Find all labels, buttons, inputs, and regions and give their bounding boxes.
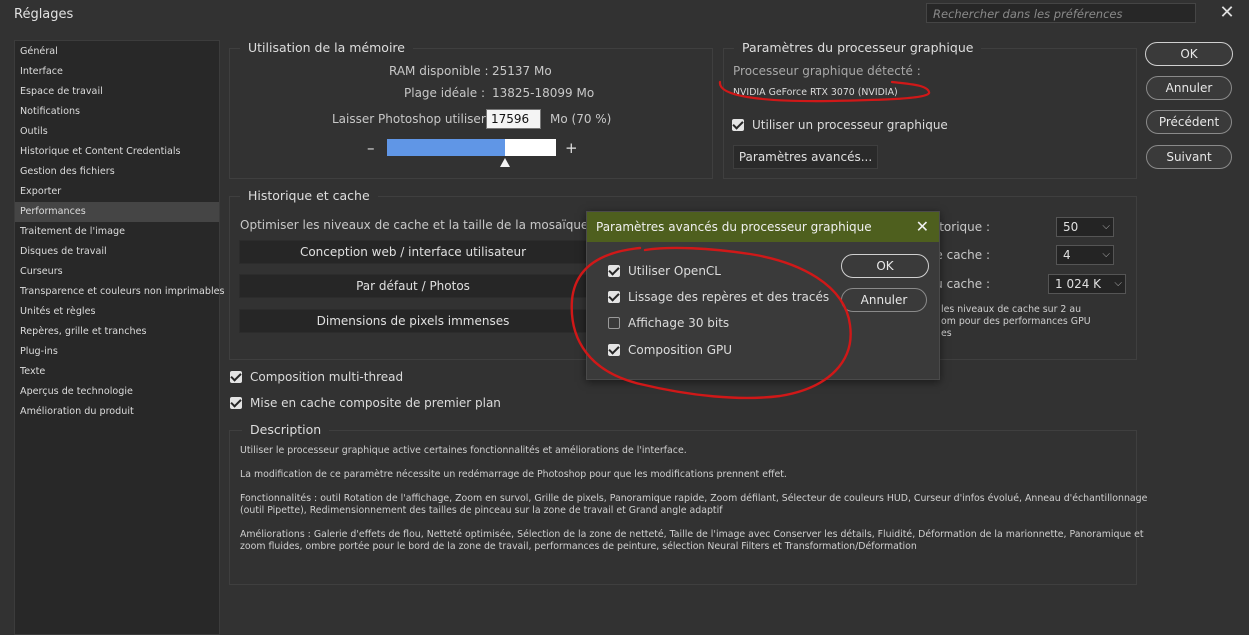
advanced-settings-button[interactable]: Paramètres avancés... xyxy=(733,145,878,169)
sidebar-item[interactable]: Espace de travail xyxy=(15,82,219,102)
memory-input[interactable]: 17596 xyxy=(486,109,541,129)
history-right-clip: États d'historique : 50 ⌵ Niveaux de cac… xyxy=(940,210,1136,350)
sidebar-item[interactable]: Curseurs xyxy=(15,262,219,282)
antialias-check-box[interactable] xyxy=(608,291,620,303)
gpu-composition-checkbox[interactable]: Composition GPU xyxy=(608,343,732,357)
chevron-down-icon: ⌵ xyxy=(1102,249,1110,260)
memory-slider[interactable] xyxy=(387,139,556,156)
gpu-detected-label: Processeur graphique détecté : xyxy=(733,64,921,78)
dialog-cancel-button[interactable]: Annuler xyxy=(841,288,927,312)
use-gpu-check-box[interactable] xyxy=(732,119,744,131)
memory-slider-fill xyxy=(387,139,506,156)
sidebar-item[interactable]: Disques de travail xyxy=(15,242,219,262)
sidebar-item[interactable]: Texte xyxy=(15,362,219,382)
range-value: 13825-18099 Mo xyxy=(492,86,595,100)
sidebar-item[interactable]: Aperçus de technologie xyxy=(15,382,219,402)
sidebar-item[interactable]: Performances xyxy=(15,202,219,222)
description-p3a: Fonctionnalités : outil Rotation de l'af… xyxy=(240,493,1148,504)
tile-size-select[interactable]: 1 024 K ⌵ xyxy=(1048,274,1126,294)
sidebar-item[interactable]: Transparence et couleurs non imprimables xyxy=(15,282,225,302)
dialog-title: Paramètres avancés du processeur graphiq… xyxy=(596,220,872,234)
sidebar-item[interactable]: Gestion des fichiers xyxy=(15,162,219,182)
advanced-gpu-dialog: Paramètres avancés du processeur graphiq… xyxy=(586,211,940,380)
multithread-checkbox[interactable]: Composition multi-thread xyxy=(230,370,403,384)
window-title: Réglages xyxy=(14,7,74,22)
dialog-ok-button[interactable]: OK xyxy=(841,254,929,278)
next-button[interactable]: Suivant xyxy=(1146,145,1232,169)
dialog-close-icon[interactable]: ✕ xyxy=(916,217,929,236)
sidebar-item[interactable]: Amélioration du produit xyxy=(15,402,219,422)
previous-button[interactable]: Précédent xyxy=(1146,110,1232,134)
cache-note-line2: om pour des performances GPU xyxy=(941,316,1091,327)
antialias-label: Lissage des repères et des tracés xyxy=(628,290,830,304)
gpu-group-title: Paramètres du processeur graphique xyxy=(734,40,982,56)
history-states-label: États d'historique : xyxy=(940,220,990,234)
description-p4a: Améliorations : Galerie d'effets de flou… xyxy=(240,529,1144,540)
30bit-checkbox[interactable]: Affichage 30 bits xyxy=(608,316,729,330)
sidebar-item[interactable]: Traitement de l'image xyxy=(15,222,219,242)
history-group-title: Historique et cache xyxy=(240,188,378,204)
description-p1: Utiliser le processeur graphique active … xyxy=(240,445,687,456)
antialias-checkbox[interactable]: Lissage des repères et des tracés xyxy=(608,290,829,304)
sidebar-item[interactable]: Exporter xyxy=(15,182,219,202)
sidebar-item[interactable]: Plug-ins xyxy=(15,342,219,362)
description-title: Description xyxy=(242,422,330,438)
cache-note-line3: es xyxy=(941,328,952,339)
cache-composite-check-box[interactable] xyxy=(230,397,242,409)
description-p4b: zoom fluides, ombre portée pour le bord … xyxy=(240,541,917,552)
cache-composite-label: Mise en cache composite de premier plan xyxy=(250,396,501,410)
sidebar-item[interactable]: Outils xyxy=(15,122,219,142)
30bit-check-box[interactable] xyxy=(608,317,620,329)
memory-unit: Mo (70 %) xyxy=(550,112,612,126)
memory-slider-thumb[interactable] xyxy=(500,158,511,167)
ok-button[interactable]: OK xyxy=(1145,42,1233,66)
sidebar-item[interactable]: Notifications xyxy=(15,102,219,122)
history-states-value: 50 xyxy=(1063,220,1079,234)
allow-label: Laisser Photoshop utiliser : xyxy=(332,112,494,126)
description-p3b: (outil Pipette), Redimensionnement des t… xyxy=(240,505,723,516)
sidebar-item[interactable]: Historique et Content Credentials xyxy=(15,142,219,162)
history-states-select[interactable]: 50 ⌵ xyxy=(1056,217,1114,237)
tile-size-value: 1 024 K xyxy=(1055,277,1102,291)
ram-value: 25137 Mo xyxy=(492,64,552,78)
close-icon[interactable]: ✕ xyxy=(1218,4,1236,22)
search-input[interactable]: Rechercher dans les préférences xyxy=(926,3,1196,23)
30bit-label: Affichage 30 bits xyxy=(628,316,730,330)
multithread-label: Composition multi-thread xyxy=(250,370,404,384)
slider-plus[interactable]: + xyxy=(565,139,578,157)
description-p2: La modification de ce paramètre nécessit… xyxy=(240,469,787,480)
opencl-label: Utiliser OpenCL xyxy=(628,264,721,278)
opencl-checkbox[interactable]: Utiliser OpenCL xyxy=(608,264,721,278)
cache-levels-value: 4 xyxy=(1063,248,1071,262)
sidebar-item[interactable]: Unités et règles xyxy=(15,302,219,322)
cache-levels-select[interactable]: 4 ⌵ xyxy=(1056,245,1114,265)
memory-group-title: Utilisation de la mémoire xyxy=(240,40,413,56)
use-gpu-label: Utiliser un processeur graphique xyxy=(752,118,948,132)
multithread-check-box[interactable] xyxy=(230,371,242,383)
cache-composite-checkbox[interactable]: Mise en cache composite de premier plan xyxy=(230,396,501,410)
preset-web-button[interactable]: Conception web / interface utilisateur xyxy=(239,240,587,264)
optimize-text: Optimiser les niveaux de cache et la tai… xyxy=(240,218,586,232)
use-gpu-checkbox[interactable]: Utiliser un processeur graphique xyxy=(732,118,948,132)
preset-default-button[interactable]: Par défaut / Photos xyxy=(239,274,587,298)
chevron-down-icon: ⌵ xyxy=(1102,221,1110,232)
gpu-detected-value: NVIDIA GeForce RTX 3070 (NVIDIA) xyxy=(733,87,898,98)
gpu-composition-label: Composition GPU xyxy=(628,343,733,357)
sidebar: Général Interface Espace de travail Notific… xyxy=(14,40,225,635)
cache-note-line1: les niveaux de cache sur 2 au xyxy=(941,304,1082,315)
range-label: Plage idéale : xyxy=(404,86,485,100)
preset-huge-button[interactable]: Dimensions de pixels immenses xyxy=(239,309,587,333)
sidebar-item[interactable]: Général xyxy=(15,42,219,62)
sidebar-item[interactable]: Repères, grille et tranches xyxy=(15,322,219,342)
sidebar-item[interactable]: Interface xyxy=(15,62,219,82)
slider-minus[interactable]: – xyxy=(367,139,375,157)
opencl-check-box[interactable] xyxy=(608,265,620,277)
gpu-composition-check-box[interactable] xyxy=(608,344,620,356)
ram-label: RAM disponible : xyxy=(389,64,489,78)
cancel-button[interactable]: Annuler xyxy=(1146,76,1232,100)
chevron-down-icon: ⌵ xyxy=(1114,278,1122,289)
tile-size-label: Taille de mosaïque du cache : xyxy=(940,277,990,291)
cache-levels-label: Niveaux de cache : xyxy=(940,248,990,262)
